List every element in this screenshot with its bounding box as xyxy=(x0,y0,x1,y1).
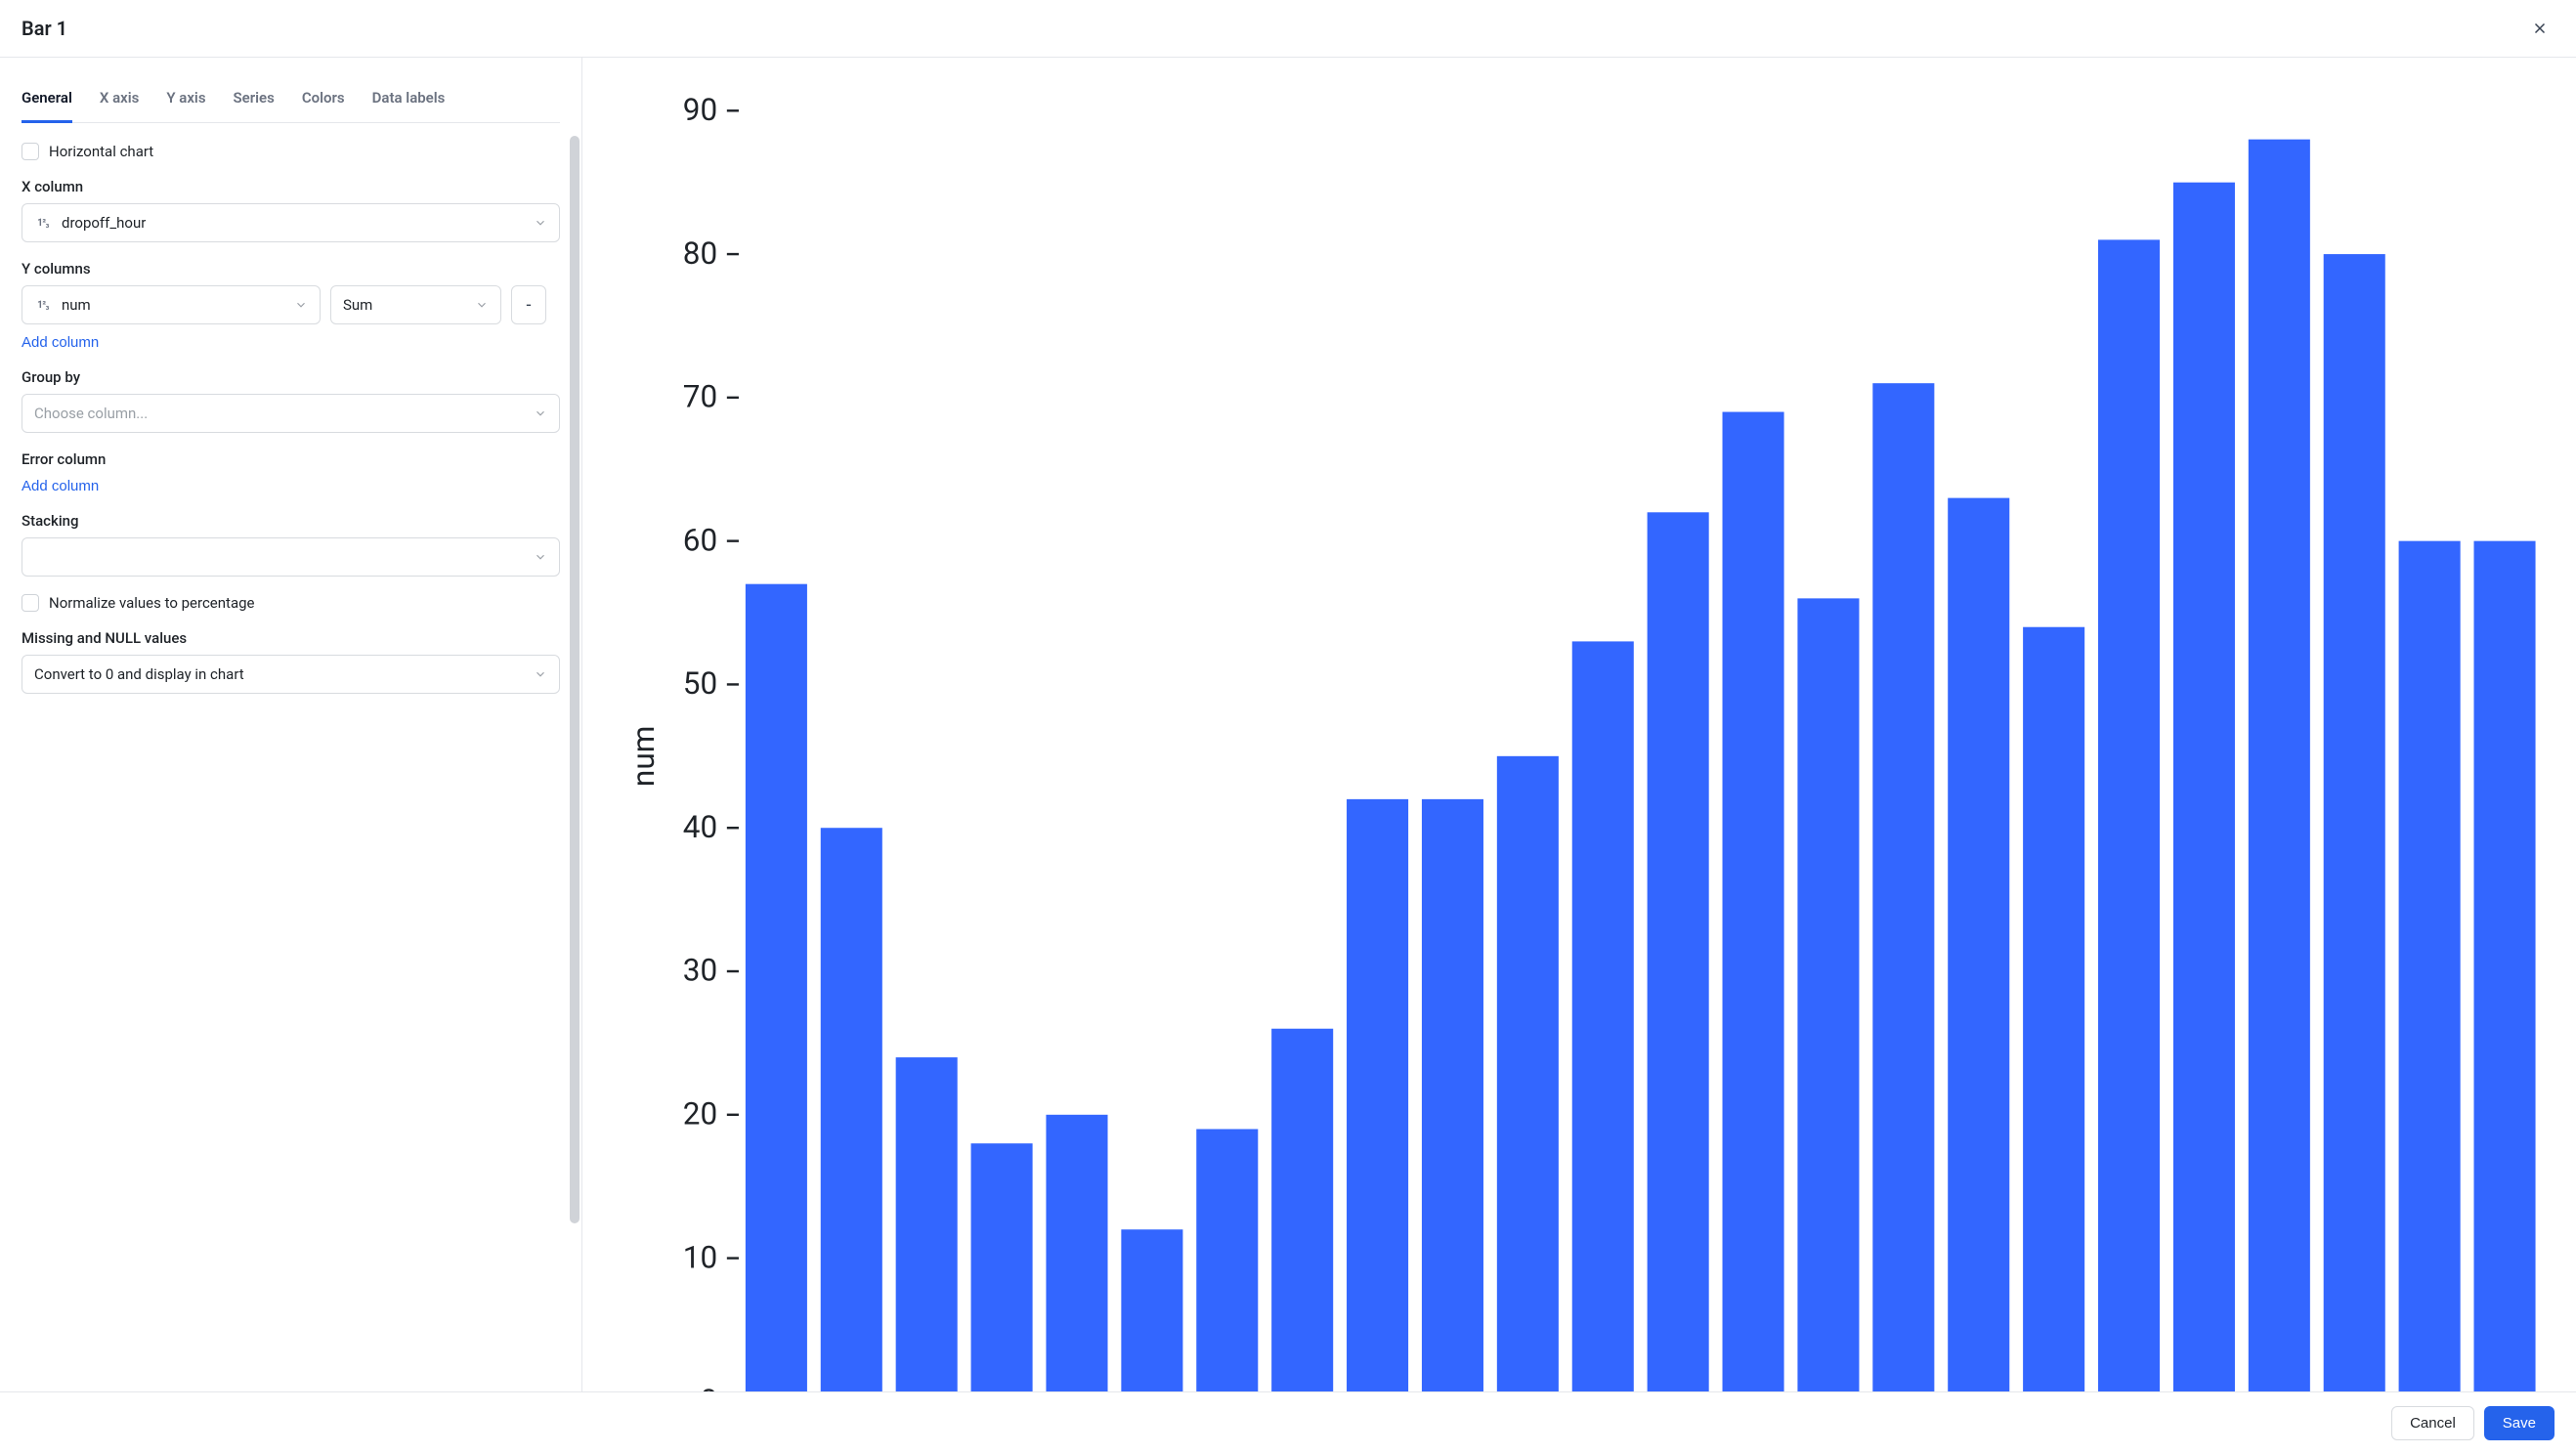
error-column-label: Error column xyxy=(21,450,560,468)
svg-text:20: 20 xyxy=(683,1095,717,1132)
add-error-column-link[interactable]: Add column xyxy=(21,478,99,494)
svg-text:60: 60 xyxy=(683,522,717,558)
y-column-select[interactable]: 1²₃ num xyxy=(21,285,321,324)
horizontal-chart-checkbox[interactable] xyxy=(21,143,39,160)
svg-text:50: 50 xyxy=(683,665,717,702)
number-type-icon: 1²₃ xyxy=(34,218,52,229)
chevron-down-icon xyxy=(294,298,308,312)
y-agg-select[interactable]: Sum xyxy=(330,285,501,324)
stacking-select[interactable] xyxy=(21,537,560,577)
normalize-label: Normalize values to percentage xyxy=(49,594,254,612)
svg-text:80: 80 xyxy=(683,235,717,272)
x-column-select[interactable]: 1²₃ dropoff_hour xyxy=(21,203,560,242)
dialog-body: General X axis Y axis Series Colors Data… xyxy=(0,58,2576,1391)
chevron-down-icon xyxy=(534,550,547,564)
missing-values-label: Missing and NULL values xyxy=(21,629,560,647)
horizontal-chart-label: Horizontal chart xyxy=(49,143,153,160)
dialog-title: Bar 1 xyxy=(21,17,67,40)
remove-y-column-button[interactable]: - xyxy=(511,285,546,324)
scrollbar-vertical[interactable] xyxy=(570,136,580,1372)
scrollbar-thumb[interactable] xyxy=(570,136,580,1223)
chart-area: 010203040506070809005101520dropoff_hourn… xyxy=(616,87,2556,1391)
tab-data-labels[interactable]: Data labels xyxy=(372,79,446,123)
normalize-row: Normalize values to percentage xyxy=(21,594,560,612)
y-columns-label: Y columns xyxy=(21,260,560,278)
config-panel: General X axis Y axis Series Colors Data… xyxy=(0,58,581,1391)
remove-y-column-label: - xyxy=(527,295,532,316)
svg-text:num: num xyxy=(625,726,662,788)
tab-series[interactable]: Series xyxy=(234,79,275,123)
svg-text:90: 90 xyxy=(683,92,717,128)
y-column-row: 1²₃ num Sum - xyxy=(21,285,560,324)
cancel-button[interactable]: Cancel xyxy=(2391,1406,2474,1440)
svg-text:40: 40 xyxy=(683,809,717,845)
missing-values-select[interactable]: Convert to 0 and display in chart xyxy=(21,655,560,694)
chevron-down-icon xyxy=(534,406,547,420)
dialog-header: Bar 1 xyxy=(0,0,2576,58)
group-by-select[interactable]: Choose column... xyxy=(21,394,560,433)
y-column-value: num xyxy=(62,296,91,314)
chevron-down-icon xyxy=(475,298,489,312)
svg-text:10: 10 xyxy=(683,1239,717,1275)
config-panel-wrap: General X axis Y axis Series Colors Data… xyxy=(0,58,582,1391)
save-button[interactable]: Save xyxy=(2484,1406,2555,1440)
normalize-checkbox[interactable] xyxy=(21,594,39,612)
svg-text:70: 70 xyxy=(683,379,717,415)
bar-chart: 010203040506070809005101520dropoff_hourn… xyxy=(616,87,2556,1391)
add-y-column-link[interactable]: Add column xyxy=(21,334,99,351)
stacking-label: Stacking xyxy=(21,512,560,530)
svg-text:30: 30 xyxy=(683,953,717,989)
x-column-value: dropoff_hour xyxy=(62,214,146,232)
x-column-label: X column xyxy=(21,178,560,195)
chart-preview-panel: 010203040506070809005101520dropoff_hourn… xyxy=(582,58,2576,1391)
number-type-icon: 1²₃ xyxy=(34,300,52,311)
dialog-footer: Cancel Save xyxy=(0,1391,2576,1454)
tab-y-axis[interactable]: Y axis xyxy=(166,79,205,123)
tab-colors[interactable]: Colors xyxy=(302,79,345,123)
close-icon xyxy=(2531,20,2549,37)
missing-values-value: Convert to 0 and display in chart xyxy=(34,665,244,683)
tab-general[interactable]: General xyxy=(21,79,72,123)
svg-text:0: 0 xyxy=(700,1383,717,1391)
chevron-down-icon xyxy=(534,667,547,681)
config-tabs: General X axis Y axis Series Colors Data… xyxy=(21,79,560,123)
horizontal-chart-row: Horizontal chart xyxy=(21,143,560,160)
close-button[interactable] xyxy=(2525,14,2555,43)
group-by-label: Group by xyxy=(21,368,560,386)
tab-x-axis[interactable]: X axis xyxy=(100,79,139,123)
group-by-placeholder: Choose column... xyxy=(34,405,148,422)
y-agg-value: Sum xyxy=(343,296,372,314)
chevron-down-icon xyxy=(534,216,547,230)
